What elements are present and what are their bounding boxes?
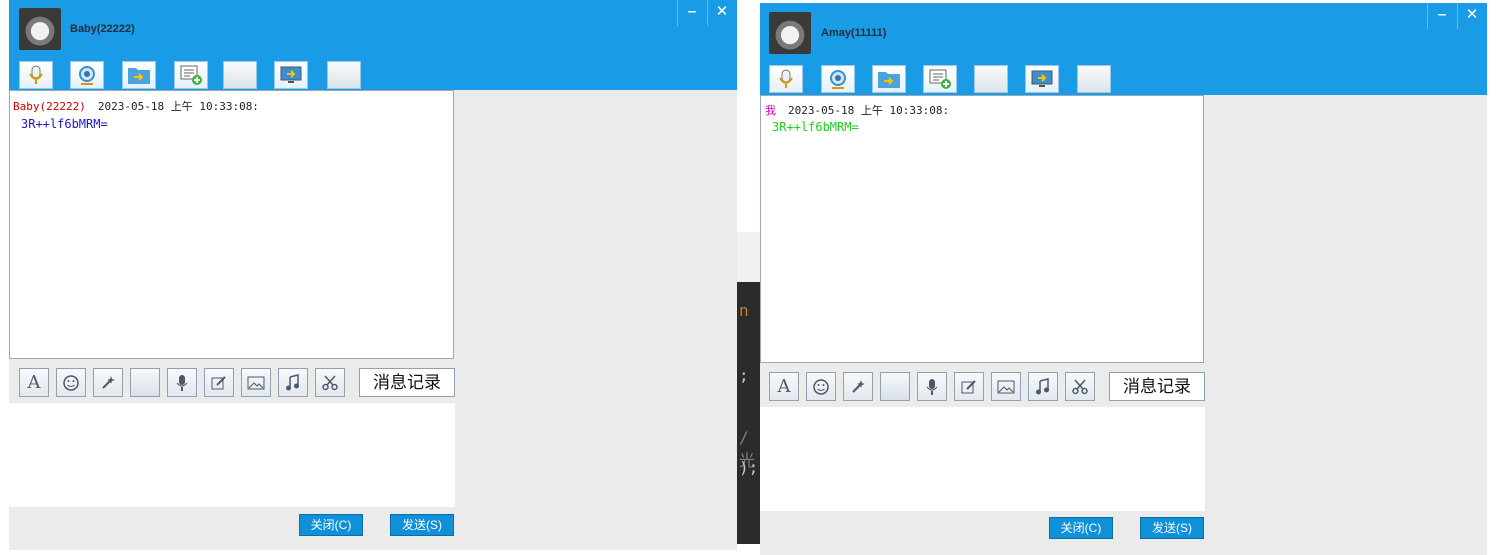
- message-header: 我 2023-05-18 上午 10:33:08:: [765, 102, 949, 118]
- message-header: Baby(22222) 2023-05-18 上午 10:33:08:: [13, 98, 259, 114]
- contact-name: Baby(22222): [70, 23, 135, 35]
- voice-call-button[interactable]: [19, 61, 53, 89]
- remote-desktop-button[interactable]: [274, 61, 308, 89]
- font-button[interactable]: A: [769, 372, 799, 401]
- image-icon: [997, 380, 1015, 393]
- screenshot-button[interactable]: [315, 368, 345, 397]
- send-file-button[interactable]: [872, 65, 906, 93]
- blank-tool-button[interactable]: [223, 61, 257, 89]
- video-call-button[interactable]: [821, 65, 855, 93]
- emoji-button[interactable]: [806, 372, 836, 401]
- message-sender: Baby(22222): [13, 100, 86, 113]
- chat-window-amay: Amay(11111) – ✕ 我 2023-05-18 上午 10:33:08:…: [760, 3, 1487, 555]
- title-bar[interactable]: [9, 0, 737, 90]
- edit-icon: [961, 379, 976, 393]
- font-icon: A: [777, 376, 791, 397]
- microphone-icon: [176, 374, 188, 391]
- font-icon: A: [27, 372, 41, 393]
- video-call-button[interactable]: [70, 61, 104, 89]
- chat-history-area[interactable]: 我 2023-05-18 上午 10:33:08: 3R++lf6bMRM=: [760, 95, 1204, 363]
- close-button[interactable]: 关闭(C): [299, 514, 363, 536]
- message-text: 3R++lf6bMRM=: [772, 120, 859, 134]
- add-note-button[interactable]: [174, 61, 208, 89]
- close-window-button[interactable]: ✕: [1457, 3, 1486, 29]
- music-icon: [1036, 377, 1049, 394]
- send-button[interactable]: 发送(S): [1140, 517, 1204, 539]
- add-note-button[interactable]: [923, 65, 957, 93]
- message-input[interactable]: [9, 403, 455, 507]
- send-file-icon: [878, 72, 900, 88]
- title-bar[interactable]: [760, 3, 1487, 95]
- chat-history-area[interactable]: Baby(22222) 2023-05-18 上午 10:33:08: 3R++l…: [9, 90, 454, 359]
- background-code-editor: n ; /光 );: [737, 282, 760, 544]
- send-file-button[interactable]: [122, 61, 156, 89]
- music-button[interactable]: [1028, 372, 1058, 401]
- voice-call-button[interactable]: [769, 65, 803, 93]
- music-icon: [286, 373, 299, 390]
- code-line: n: [739, 301, 749, 320]
- close-button[interactable]: 关闭(C): [1049, 517, 1113, 539]
- message-history-button[interactable]: 消息记录: [359, 368, 455, 397]
- image-icon: [247, 376, 265, 389]
- blank-tool-button[interactable]: [327, 61, 361, 89]
- blank-format-button[interactable]: [130, 368, 160, 397]
- add-note-icon: [180, 65, 202, 85]
- voice-message-button[interactable]: [917, 372, 947, 401]
- minimize-button[interactable]: –: [1427, 3, 1456, 29]
- microphone-icon: [29, 65, 43, 84]
- background-editor-gutter: [737, 232, 760, 282]
- scissors-icon: [1072, 379, 1088, 394]
- code-line: );: [739, 458, 759, 477]
- edit-button[interactable]: [954, 372, 984, 401]
- microphone-icon: [926, 378, 938, 395]
- message-timestamp: 2023-05-18 上午 10:33:08:: [97, 100, 259, 113]
- webcam-icon: [830, 70, 846, 89]
- magic-icon: [852, 379, 865, 393]
- contact-name: Amay(11111): [821, 27, 887, 39]
- blank-tool-button[interactable]: [974, 65, 1008, 93]
- message-input[interactable]: [760, 407, 1205, 511]
- blank-format-button[interactable]: [880, 372, 910, 401]
- edit-icon: [211, 375, 226, 389]
- music-button[interactable]: [278, 368, 308, 397]
- webcam-icon: [79, 66, 95, 85]
- message-sender: 我: [765, 104, 776, 117]
- avatar[interactable]: [769, 12, 811, 54]
- magic-button[interactable]: [843, 372, 873, 401]
- blank-tool-button[interactable]: [1077, 65, 1111, 93]
- font-button[interactable]: A: [19, 368, 49, 397]
- remote-desktop-button[interactable]: [1025, 65, 1059, 93]
- share-screen-icon: [1031, 70, 1053, 87]
- emoji-button[interactable]: [56, 368, 86, 397]
- share-screen-icon: [280, 66, 302, 83]
- emoji-icon: [813, 378, 829, 395]
- magic-icon: [102, 375, 115, 389]
- microphone-icon: [779, 69, 793, 88]
- message-text: 3R++lf6bMRM=: [21, 117, 108, 131]
- message-history-button[interactable]: 消息记录: [1109, 372, 1205, 401]
- avatar[interactable]: [19, 8, 61, 50]
- chat-window-baby: Baby(22222) – ✕ Baby(22222) 2023-05-18 上午…: [9, 0, 737, 550]
- image-button[interactable]: [241, 368, 271, 397]
- send-file-icon: [128, 68, 150, 84]
- image-button[interactable]: [991, 372, 1021, 401]
- add-note-icon: [929, 69, 951, 89]
- edit-button[interactable]: [204, 368, 234, 397]
- background-window: [737, 0, 760, 232]
- minimize-button[interactable]: –: [677, 0, 706, 26]
- voice-message-button[interactable]: [167, 368, 197, 397]
- code-line: ;: [739, 366, 749, 385]
- scissors-icon: [322, 375, 338, 390]
- emoji-icon: [63, 374, 79, 391]
- message-timestamp: 2023-05-18 上午 10:33:08:: [788, 104, 950, 117]
- screenshot-button[interactable]: [1065, 372, 1095, 401]
- close-window-button[interactable]: ✕: [707, 0, 736, 26]
- magic-button[interactable]: [93, 368, 123, 397]
- send-button[interactable]: 发送(S): [390, 514, 454, 536]
